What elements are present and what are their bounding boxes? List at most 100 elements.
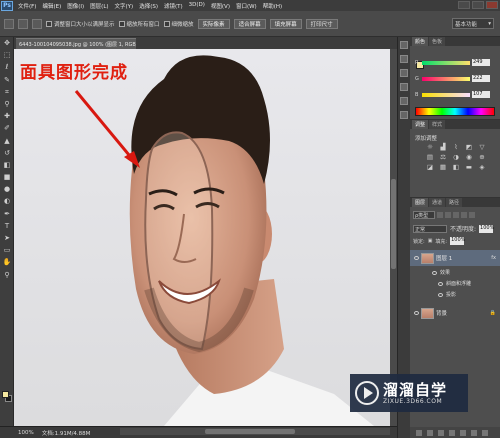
hue-icon[interactable]: ▤ xyxy=(426,154,434,161)
menu-select[interactable]: 选择(S) xyxy=(139,2,158,10)
healing-tool-icon[interactable]: ✚ xyxy=(2,112,12,121)
photo-filter-icon[interactable]: ◉ xyxy=(465,154,473,161)
menu-window[interactable]: 窗口(W) xyxy=(236,2,257,10)
filter-shape-icon[interactable] xyxy=(461,212,467,218)
blue-value[interactable]: 107 xyxy=(472,91,490,98)
move-tool-icon[interactable]: ✥ xyxy=(2,39,12,48)
posterize-icon[interactable]: ▦ xyxy=(439,164,447,171)
eyedropper-tool-icon[interactable]: ⚲ xyxy=(2,100,12,109)
opacity-input[interactable]: 100% xyxy=(479,224,494,233)
type-tool-icon[interactable]: T xyxy=(2,222,12,231)
layer-row[interactable]: 图层 1 fx xyxy=(410,250,500,266)
fx-badge[interactable]: fx xyxy=(491,255,496,261)
paragraph-panel-icon[interactable] xyxy=(400,97,408,105)
tab-color[interactable]: 颜色 xyxy=(412,37,429,46)
vertical-scroll-thumb[interactable] xyxy=(391,179,396,269)
filter-type-icon[interactable] xyxy=(453,212,459,218)
filter-adjust-icon[interactable] xyxy=(445,212,451,218)
mask-icon[interactable] xyxy=(438,429,444,436)
zoom-tool-icon[interactable] xyxy=(4,18,14,29)
history-brush-tool-icon[interactable]: ↺ xyxy=(2,149,12,158)
color-balance-icon[interactable]: ⚖ xyxy=(439,154,447,161)
levels-icon[interactable]: ▟ xyxy=(439,144,447,151)
menu-layer[interactable]: 图层(L) xyxy=(90,2,108,10)
workspace-select[interactable]: 基本功能 ▾ xyxy=(452,18,494,29)
visibility-eye-icon[interactable] xyxy=(414,256,419,260)
effect-shadow-row[interactable]: 投影 xyxy=(438,291,456,298)
crop-tool-icon[interactable]: ⌗ xyxy=(2,88,12,97)
blur-tool-icon[interactable]: ● xyxy=(2,185,12,194)
pen-tool-icon[interactable]: ✒ xyxy=(2,210,12,219)
gradient-map-icon[interactable]: ▬ xyxy=(465,164,473,171)
tab-paths[interactable]: 路径 xyxy=(446,198,463,207)
tab-channels[interactable]: 通道 xyxy=(429,198,446,207)
menu-3d[interactable]: 3D(D) xyxy=(189,2,205,10)
black-white-icon[interactable]: ◑ xyxy=(452,154,460,161)
visibility-eye-icon[interactable] xyxy=(414,311,419,315)
exposure-icon[interactable]: ◩ xyxy=(465,144,473,151)
shadow-eye-icon[interactable] xyxy=(438,292,443,297)
effects-row[interactable]: 效果 xyxy=(432,269,450,276)
tab-adjustments[interactable]: 调整 xyxy=(412,120,429,129)
actions-panel-icon[interactable] xyxy=(400,111,408,119)
eraser-tool-icon[interactable]: ◧ xyxy=(2,161,12,170)
menu-filter[interactable]: 滤镜(T) xyxy=(164,2,183,10)
quick-select-tool-icon[interactable]: ✎ xyxy=(2,76,12,85)
zoom-in-icon[interactable] xyxy=(18,18,28,29)
dodge-tool-icon[interactable]: ◐ xyxy=(2,197,12,206)
horizontal-scrollbar[interactable] xyxy=(120,428,390,435)
character-panel-icon[interactable] xyxy=(400,83,408,91)
history-panel-icon[interactable] xyxy=(400,41,408,49)
filter-pixel-icon[interactable] xyxy=(437,212,443,218)
layer-filter-select[interactable]: ρ类型 xyxy=(413,211,435,219)
fill-screen-button[interactable]: 填充屏幕 xyxy=(269,18,302,29)
menu-view[interactable]: 视图(V) xyxy=(211,2,230,10)
menu-help[interactable]: 帮助(H) xyxy=(263,2,282,10)
foreground-color-swatch[interactable] xyxy=(2,391,9,398)
threshold-icon[interactable]: ◧ xyxy=(452,164,460,171)
menu-type[interactable]: 文字(Y) xyxy=(115,2,134,10)
red-value[interactable]: 249 xyxy=(472,59,490,66)
effects-eye-icon[interactable] xyxy=(432,270,437,275)
invert-icon[interactable]: ◪ xyxy=(426,164,434,171)
brush-panel-icon[interactable] xyxy=(400,69,408,77)
layer-name[interactable]: 背景 xyxy=(436,309,447,317)
zoom-tool-icon[interactable]: ⚲ xyxy=(2,271,12,280)
canvas[interactable] xyxy=(14,49,390,426)
maximize-button[interactable] xyxy=(472,1,484,9)
scrubby-zoom-checkbox[interactable]: 细微缩放 xyxy=(163,20,194,28)
path-select-tool-icon[interactable]: ➤ xyxy=(2,234,12,243)
blend-mode-select[interactable]: 正常 xyxy=(413,224,447,233)
stamp-tool-icon[interactable]: ▲ xyxy=(2,137,12,146)
info-panel-icon[interactable] xyxy=(400,55,408,63)
layer-row[interactable]: 背景 🔒 xyxy=(410,305,500,321)
tab-layers[interactable]: 图层 xyxy=(412,198,429,207)
bevel-eye-icon[interactable] xyxy=(438,281,443,286)
zoom-level[interactable]: 100% xyxy=(18,430,34,436)
actual-pixels-button[interactable]: 实际像素 xyxy=(197,18,230,29)
tab-styles[interactable]: 样式 xyxy=(429,120,446,129)
color-spectrum[interactable] xyxy=(415,107,495,116)
zoom-all-windows-checkbox[interactable]: 缩放所有窗口 xyxy=(118,20,160,28)
horizontal-scroll-thumb[interactable] xyxy=(205,429,295,434)
brush-tool-icon[interactable]: ✐ xyxy=(2,124,12,133)
close-button[interactable] xyxy=(486,1,498,9)
effect-bevel-row[interactable]: 斜面和浮雕 xyxy=(438,280,471,287)
menu-file[interactable]: 文件(F) xyxy=(18,2,36,10)
group-icon[interactable] xyxy=(460,429,466,436)
trash-icon[interactable] xyxy=(482,429,488,436)
brightness-icon[interactable]: ☼ xyxy=(426,144,434,151)
vibrance-icon[interactable]: ▽ xyxy=(478,144,486,151)
blue-slider[interactable] xyxy=(422,92,470,97)
tab-swatches[interactable]: 色板 xyxy=(429,37,446,46)
filter-smart-icon[interactable] xyxy=(469,212,475,218)
selective-color-icon[interactable]: ◈ xyxy=(478,164,486,171)
minimize-button[interactable] xyxy=(458,1,470,9)
marquee-tool-icon[interactable]: ⬚ xyxy=(2,51,12,60)
red-slider[interactable] xyxy=(422,60,470,65)
fx-icon[interactable] xyxy=(427,429,433,436)
document-tab[interactable]: 6443-100104095038.jpg @ 100% (图层 1, RGB/… xyxy=(16,38,136,49)
fit-screen-button[interactable]: 适合屏幕 xyxy=(233,18,266,29)
adjustment-layer-icon[interactable] xyxy=(449,429,455,436)
lasso-tool-icon[interactable]: ℓ xyxy=(2,63,12,72)
